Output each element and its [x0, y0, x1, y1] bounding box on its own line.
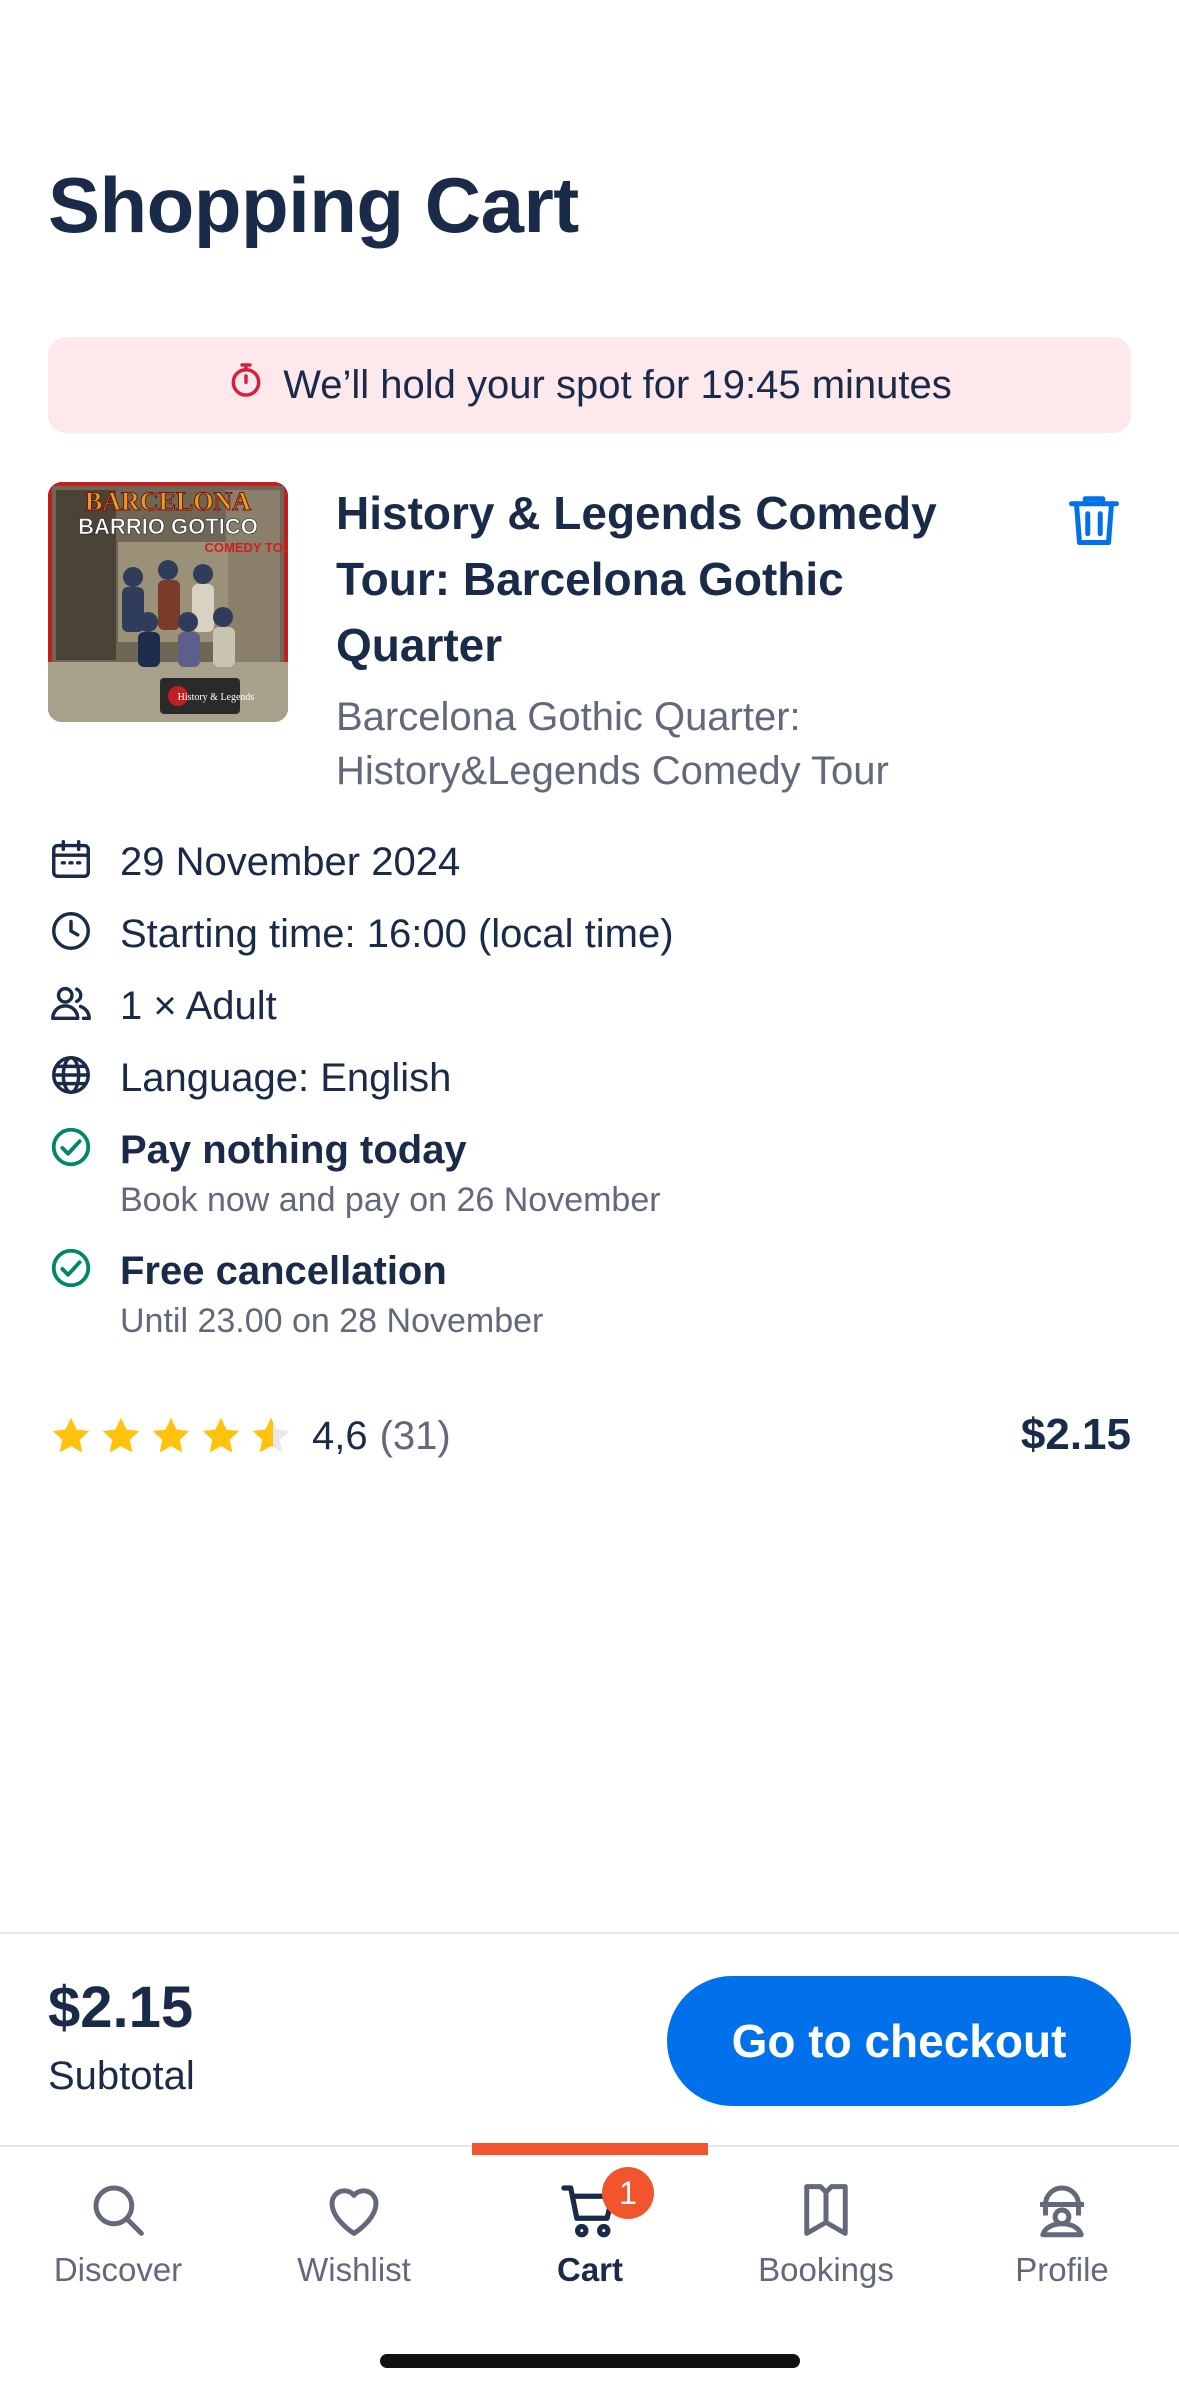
item-price: $2.15 [1020, 1410, 1131, 1459]
star-rating [48, 1413, 294, 1459]
tab-cart[interactable]: 1 Cart [472, 2147, 708, 2307]
globe-icon [48, 1052, 94, 1098]
star-icon [102, 1417, 140, 1453]
rating-count: (31) [379, 1413, 451, 1458]
search-icon [93, 2185, 144, 2236]
tab-discover[interactable]: Discover [0, 2147, 236, 2307]
subtotal-price: $2.15 [48, 1975, 194, 2040]
detail-free-cancellation: Free cancellation Until 23.00 on 28 Nove… [48, 1245, 543, 1345]
tab-wishlist[interactable]: Wishlist [236, 2147, 472, 2307]
check-circle-icon [48, 1124, 94, 1170]
detail-start-time-text: Starting time: 16:00 (local time) [120, 912, 674, 956]
free-cancellation-title: Free cancellation [120, 1249, 447, 1293]
tab-discover-label: Discover [53, 2251, 183, 2288]
page-title: Shopping Cart [48, 161, 579, 249]
pay-later-note: Book now and pay on 26 November [120, 1181, 661, 1219]
star-icon [52, 1417, 90, 1453]
image-caption-line1: BARCELONA [85, 487, 251, 516]
rating-value: 4,6 [312, 1413, 368, 1458]
shopping-cart-screen: Shopping Cart We’ll hold your spot for 1… [0, 0, 1179, 2396]
detail-pay-later: Pay nothing today Book now and pay on 26… [48, 1124, 661, 1224]
subtotal-label: Subtotal [48, 2054, 195, 2098]
detail-language: Language: English [48, 1052, 451, 1104]
tab-cart-label: Cart [556, 2251, 624, 2288]
go-to-checkout-button[interactable]: Go to checkout [667, 1976, 1131, 2106]
tab-wishlist-label: Wishlist [297, 2251, 411, 2288]
remove-item-button[interactable] [1062, 488, 1126, 552]
clock-icon [48, 908, 94, 954]
timer-icon [227, 361, 265, 409]
profile-icon [1040, 2185, 1084, 2238]
image-caption-line2: BARRIO GOTICO [78, 514, 258, 539]
image-logo-text: History & Legends [178, 692, 255, 703]
star-icon [202, 1417, 240, 1453]
pay-later-title: Pay nothing today [120, 1128, 467, 1172]
product-title[interactable]: History & Legends Comedy Tour: Barcelona… [336, 480, 976, 678]
detail-date-text: 29 November 2024 [120, 840, 461, 884]
detail-start-time: Starting time: 16:00 (local time) [48, 908, 674, 960]
detail-participants-text: 1 × Adult [120, 984, 277, 1028]
check-circle-icon [48, 1245, 94, 1291]
bookmark-icon [804, 2184, 848, 2236]
detail-participants: 1 × Adult [48, 980, 277, 1032]
half-star-icon [252, 1417, 290, 1453]
heart-icon [329, 2188, 379, 2236]
product-subtitle: Barcelona Gothic Quarter: History&Legend… [336, 695, 889, 793]
checkout-bar: $2.15 Subtotal Go to checkout [0, 1932, 1179, 2144]
hold-spot-banner: We’ll hold your spot for 19:45 minutes [48, 337, 1131, 433]
trash-icon [1069, 496, 1119, 545]
detail-date: 29 November 2024 [48, 836, 460, 888]
tab-profile[interactable]: Profile [944, 2147, 1179, 2307]
tab-bookings-label: Bookings [758, 2251, 894, 2288]
home-indicator[interactable] [380, 2354, 800, 2368]
hold-banner-text: We’ll hold your spot for 19:45 minutes [283, 362, 952, 407]
tab-bookings[interactable]: Bookings [708, 2147, 944, 2307]
detail-language-text: Language: English [120, 1056, 452, 1100]
product-image[interactable]: BARCELONA BARRIO GOTICO COMEDY TOUR Hist… [48, 482, 288, 722]
image-caption-line3: COMEDY TOUR [204, 540, 288, 555]
people-icon [48, 980, 94, 1026]
calendar-icon [48, 836, 94, 882]
star-icon [152, 1417, 190, 1453]
rating: 4,6 (31) [48, 1410, 451, 1462]
free-cancellation-note: Until 23.00 on 28 November [120, 1302, 544, 1340]
cart-count-badge: 1 [602, 2167, 654, 2219]
tab-profile-label: Profile [1015, 2251, 1109, 2288]
